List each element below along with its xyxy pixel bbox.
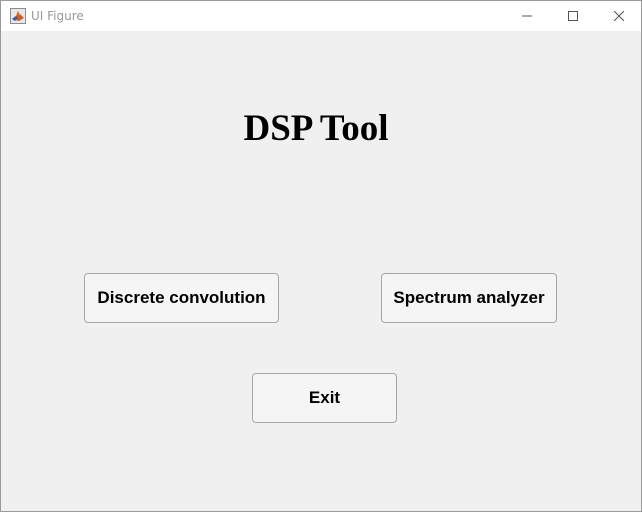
- discrete-convolution-button[interactable]: Discrete convolution: [84, 273, 279, 323]
- minimize-icon: [522, 11, 532, 21]
- matlab-icon: [10, 8, 26, 24]
- spectrum-analyzer-button[interactable]: Spectrum analyzer: [381, 273, 557, 323]
- maximize-icon: [568, 11, 578, 21]
- ui-figure-window: UI Figure DSP Tool Discrete convolution …: [0, 0, 642, 512]
- figure-content: DSP Tool Discrete convolution Spectrum a…: [1, 31, 641, 511]
- title-bar[interactable]: UI Figure: [1, 1, 641, 31]
- maximize-button[interactable]: [550, 1, 596, 31]
- minimize-button[interactable]: [504, 1, 550, 31]
- window-title: UI Figure: [31, 9, 84, 23]
- app-title: DSP Tool: [243, 108, 389, 149]
- close-icon: [614, 11, 624, 21]
- exit-button[interactable]: Exit: [252, 373, 397, 423]
- close-button[interactable]: [596, 1, 641, 31]
